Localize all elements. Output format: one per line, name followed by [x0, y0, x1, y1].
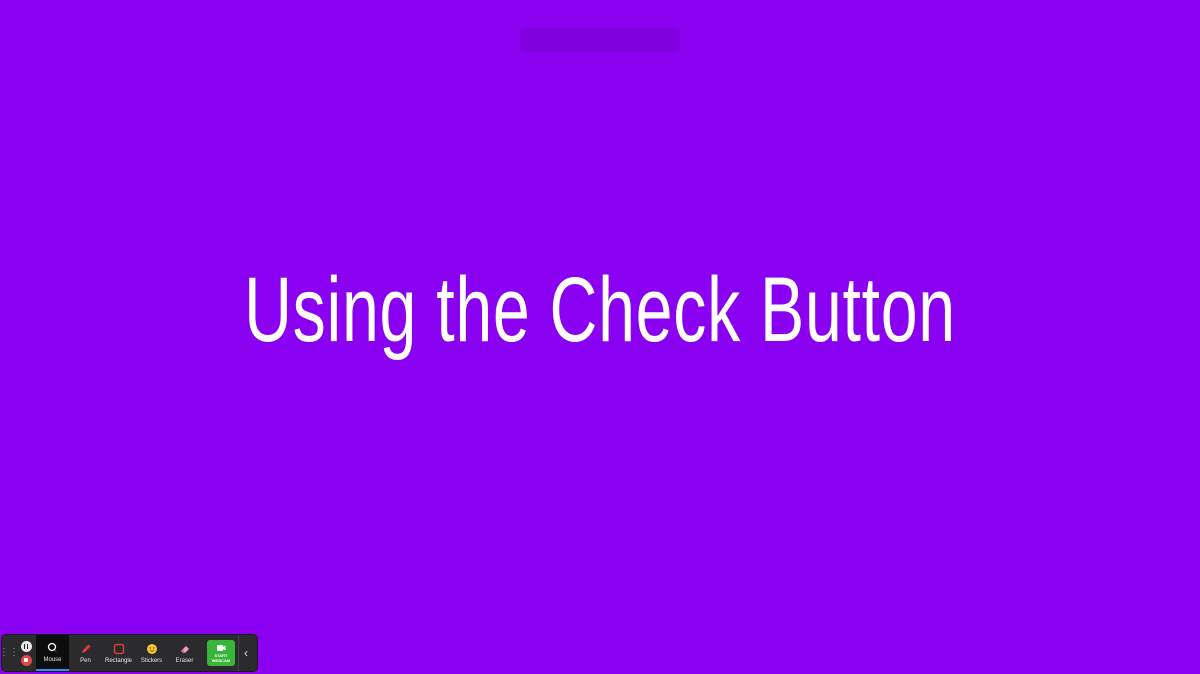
- cursor-icon: [47, 642, 59, 654]
- rectangle-icon: [113, 643, 125, 655]
- drag-handle-icon[interactable]: ⋮⋮: [0, 635, 19, 671]
- pen-icon: [80, 643, 92, 655]
- tool-label: Stickers: [140, 657, 163, 664]
- tool-pen[interactable]: Pen: [69, 635, 102, 671]
- tool-mouse[interactable]: Mouse: [36, 635, 69, 671]
- tool-label: Rectangle: [104, 657, 133, 664]
- top-banner-pill: [520, 28, 680, 52]
- slide-title: Using the Check Button: [244, 259, 956, 361]
- tool-stickers[interactable]: Stickers: [135, 635, 168, 671]
- stop-icon[interactable]: [20, 654, 32, 666]
- webcam-label-line-2: WEBCAM: [211, 657, 231, 663]
- recording-toolbar: ⋮⋮ Mouse Pen Rectangle Stickers Eraser S…: [0, 635, 257, 671]
- tool-label: Eraser: [175, 657, 194, 664]
- tool-label: Mouse: [43, 656, 62, 663]
- tool-rectangle[interactable]: Rectangle: [102, 635, 135, 671]
- smiley-icon: [146, 643, 158, 655]
- pause-icon[interactable]: [20, 640, 32, 652]
- start-webcam-button[interactable]: START WEBCAM: [207, 640, 235, 666]
- tool-label: Pen: [80, 657, 91, 664]
- eraser-icon: [179, 643, 191, 655]
- recording-controls: [16, 635, 36, 671]
- webcam-icon: [216, 644, 226, 653]
- tool-eraser[interactable]: Eraser: [168, 635, 201, 671]
- chevron-left-icon[interactable]: ‹: [238, 635, 253, 671]
- slide-canvas: Using the Check Button: [0, 0, 1200, 674]
